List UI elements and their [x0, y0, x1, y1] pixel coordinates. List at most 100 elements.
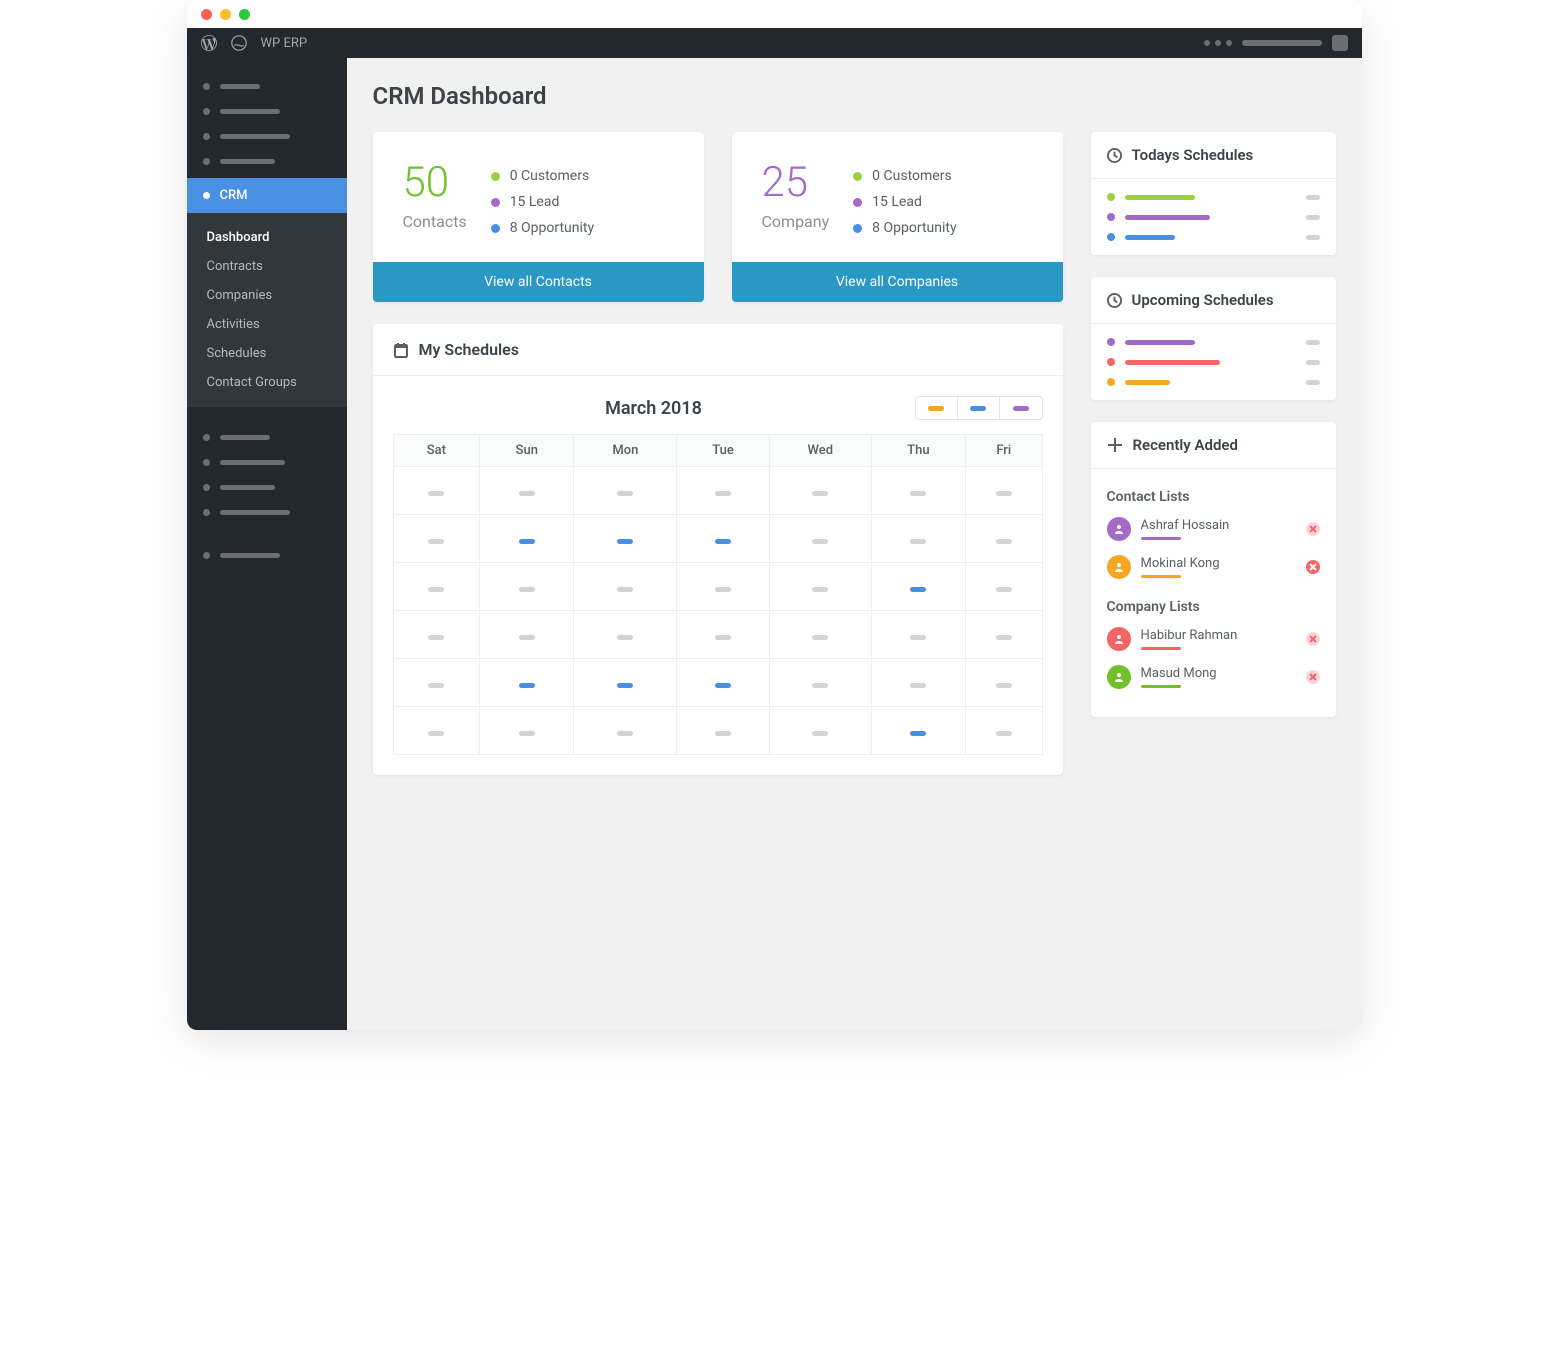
cal-cell[interactable]	[966, 611, 1042, 659]
sidebar-item-placeholder[interactable]	[187, 74, 347, 99]
cal-cell[interactable]	[480, 563, 574, 611]
my-schedules-title: My Schedules	[419, 340, 520, 359]
person-avatar-icon	[1107, 555, 1131, 579]
sidebar-item-placeholder[interactable]	[187, 425, 347, 450]
cal-cell[interactable]	[574, 515, 677, 563]
submenu-companies[interactable]: Companies	[187, 281, 347, 310]
recently-added-panel: Recently Added Contact Lists Ashraf Hoss…	[1091, 422, 1336, 717]
cal-day-wed: Wed	[769, 435, 871, 467]
schedule-item[interactable]	[1107, 338, 1320, 346]
sidebar-item-placeholder[interactable]	[187, 500, 347, 525]
cal-cell[interactable]	[393, 707, 480, 755]
erp-icon[interactable]	[231, 35, 247, 51]
cal-cell[interactable]	[871, 707, 965, 755]
topbar-avatar[interactable]	[1332, 35, 1348, 51]
cal-cell[interactable]	[393, 611, 480, 659]
cal-cell[interactable]	[966, 467, 1042, 515]
sidebar-item-placeholder[interactable]	[187, 124, 347, 149]
person-avatar-icon	[1107, 517, 1131, 541]
cal-cell[interactable]	[769, 611, 871, 659]
brand-label[interactable]: WP ERP	[261, 36, 308, 51]
schedule-item[interactable]	[1107, 378, 1320, 386]
company-opportunity-line: 8 Opportunity	[853, 220, 1032, 236]
wordpress-icon[interactable]	[201, 35, 217, 51]
cal-cell[interactable]	[677, 659, 769, 707]
cal-cell[interactable]	[480, 611, 574, 659]
cal-cell[interactable]	[393, 563, 480, 611]
window-close-icon[interactable]	[201, 9, 212, 20]
cal-cell[interactable]	[480, 659, 574, 707]
cal-cell[interactable]	[677, 707, 769, 755]
view-all-contacts-button[interactable]: View all Contacts	[373, 262, 704, 302]
cal-cell[interactable]	[393, 515, 480, 563]
contacts-count: 50	[403, 162, 467, 204]
submenu-dashboard[interactable]: Dashboard	[187, 223, 347, 252]
window-maximize-icon[interactable]	[239, 9, 250, 20]
contact-list-item[interactable]: Mokinal Kong	[1107, 555, 1320, 579]
recently-added-title: Recently Added	[1133, 436, 1238, 454]
remove-button[interactable]	[1306, 632, 1320, 646]
cal-cell[interactable]	[966, 659, 1042, 707]
admin-topbar: WP ERP	[187, 28, 1362, 58]
cal-cell[interactable]	[871, 611, 965, 659]
cal-cell[interactable]	[393, 659, 480, 707]
sidebar-item-placeholder[interactable]	[187, 543, 347, 568]
contact-list-item[interactable]: Ashraf Hossain	[1107, 517, 1320, 541]
sidebar-item-placeholder[interactable]	[187, 475, 347, 500]
upcoming-schedules-title: Upcoming Schedules	[1132, 291, 1274, 309]
cal-cell[interactable]	[574, 563, 677, 611]
company-list-item[interactable]: Masud Mong	[1107, 665, 1320, 689]
page-title: CRM Dashboard	[373, 82, 1336, 110]
cal-cell[interactable]	[677, 467, 769, 515]
company-list-item[interactable]: Habibur Rahman	[1107, 627, 1320, 651]
cal-cell[interactable]	[480, 707, 574, 755]
cal-cell[interactable]	[769, 467, 871, 515]
cal-cell[interactable]	[574, 611, 677, 659]
legend-orange[interactable]	[916, 397, 958, 419]
sidebar-item-placeholder[interactable]	[187, 99, 347, 124]
cal-cell[interactable]	[574, 467, 677, 515]
cal-cell[interactable]	[966, 515, 1042, 563]
cal-cell[interactable]	[480, 467, 574, 515]
cal-day-sat: Sat	[393, 435, 480, 467]
cal-cell[interactable]	[393, 467, 480, 515]
cal-cell[interactable]	[966, 563, 1042, 611]
cal-cell[interactable]	[966, 707, 1042, 755]
cal-cell[interactable]	[769, 707, 871, 755]
schedule-item[interactable]	[1107, 213, 1320, 221]
submenu-activities[interactable]: Activities	[187, 310, 347, 339]
cal-cell[interactable]	[871, 515, 965, 563]
cal-day-thu: Thu	[871, 435, 965, 467]
legend-purple[interactable]	[1000, 397, 1042, 419]
cal-cell[interactable]	[677, 563, 769, 611]
view-all-companies-button[interactable]: View all Companies	[732, 262, 1063, 302]
cal-cell[interactable]	[769, 659, 871, 707]
remove-button[interactable]	[1306, 560, 1320, 574]
submenu-contracts[interactable]: Contracts	[187, 252, 347, 281]
remove-button[interactable]	[1306, 670, 1320, 684]
cal-cell[interactable]	[677, 515, 769, 563]
clock-icon	[1107, 148, 1122, 163]
cal-cell[interactable]	[871, 659, 965, 707]
submenu-contact-groups[interactable]: Contact Groups	[187, 368, 347, 397]
sidebar-item-placeholder[interactable]	[187, 149, 347, 174]
cal-cell[interactable]	[769, 515, 871, 563]
cal-cell[interactable]	[574, 659, 677, 707]
schedule-item[interactable]	[1107, 193, 1320, 201]
sidebar-item-crm[interactable]: CRM	[187, 178, 347, 213]
cal-day-sun: Sun	[480, 435, 574, 467]
remove-button[interactable]	[1306, 522, 1320, 536]
schedule-item[interactable]	[1107, 358, 1320, 366]
cal-cell[interactable]	[871, 467, 965, 515]
schedule-item[interactable]	[1107, 233, 1320, 241]
topbar-menu-icon[interactable]	[1204, 40, 1232, 46]
cal-cell[interactable]	[574, 707, 677, 755]
legend-blue[interactable]	[958, 397, 1000, 419]
submenu-schedules[interactable]: Schedules	[187, 339, 347, 368]
window-minimize-icon[interactable]	[220, 9, 231, 20]
sidebar-item-placeholder[interactable]	[187, 450, 347, 475]
cal-cell[interactable]	[871, 563, 965, 611]
cal-cell[interactable]	[677, 611, 769, 659]
cal-cell[interactable]	[769, 563, 871, 611]
cal-cell[interactable]	[480, 515, 574, 563]
